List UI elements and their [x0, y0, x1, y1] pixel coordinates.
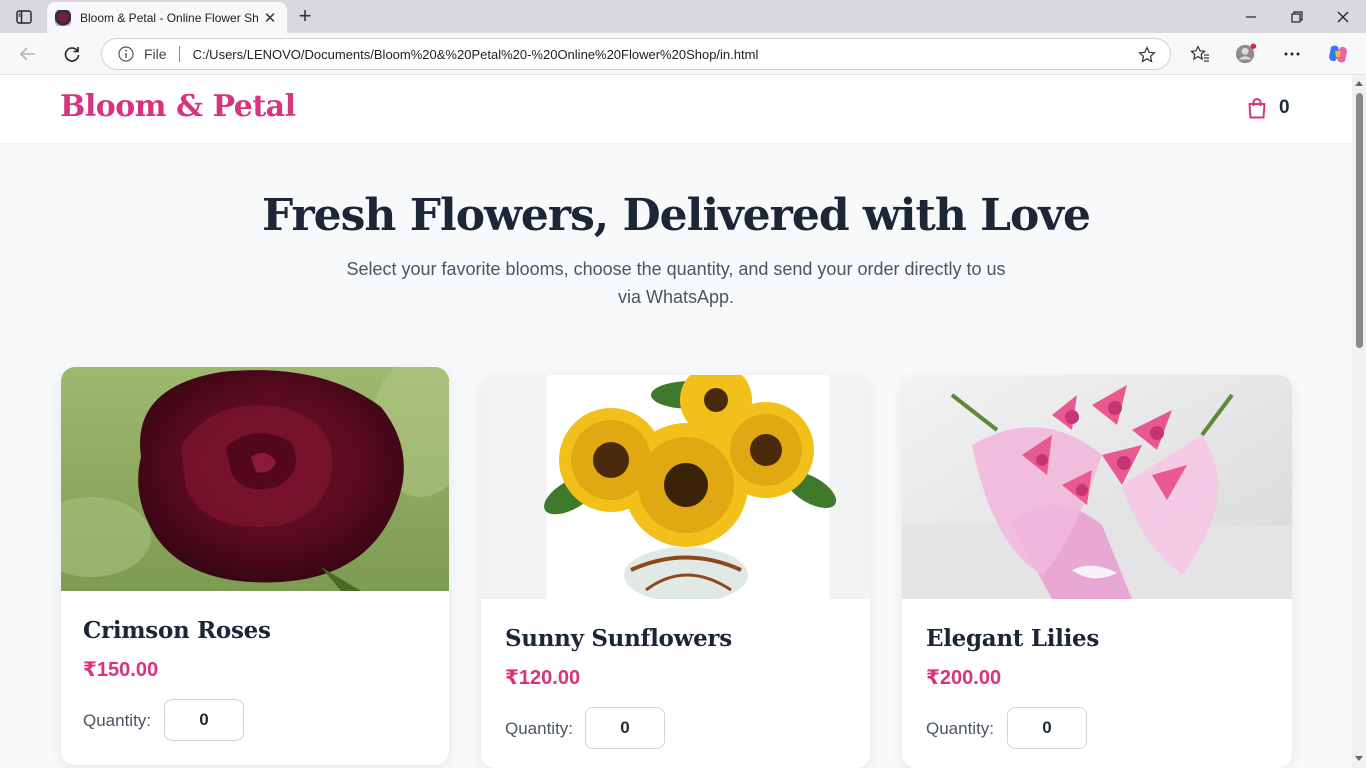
browser-tabbar: Bloom & Petal - Online Flower Sh ✕ + [0, 0, 1366, 33]
brand-logo[interactable]: Bloom & Petal [60, 89, 296, 124]
site-header: Bloom & Petal 0 [0, 75, 1352, 144]
address-scheme: File [144, 46, 167, 62]
product-card-elegant-lilies: Elegant Lilies ₹200.00 Quantity: 0 [902, 375, 1292, 768]
page-scrollbar[interactable] [1352, 75, 1366, 768]
tab-title: Bloom & Petal - Online Flower Sh [80, 10, 258, 25]
quantity-input[interactable]: 0 [585, 707, 665, 749]
product-image-roses [61, 367, 449, 591]
product-card-crimson-roses: Crimson Roses ₹150.00 Quantity: 0 [61, 367, 449, 765]
browser-toolbar: File C:/Users/LENOVO/Documents/Bloom%20&… [0, 33, 1366, 75]
product-name: Sunny Sunflowers [505, 625, 732, 652]
hero-title: Fresh Flowers, Delivered with Love [262, 190, 1091, 241]
product-name: Elegant Lilies [926, 625, 1100, 652]
minimize-icon[interactable] [1228, 0, 1274, 33]
quantity-input[interactable]: 0 [164, 699, 244, 741]
shopping-bag-icon [1248, 98, 1266, 119]
quantity-input[interactable]: 0 [1007, 707, 1087, 749]
product-price: ₹120.00 [505, 667, 581, 689]
window-close-icon[interactable] [1320, 0, 1366, 33]
product-price: ₹200.00 [926, 667, 1002, 689]
quantity-label: Quantity: [83, 711, 152, 730]
site-favicon-icon [55, 9, 71, 26]
hero-subtitle: Select your favorite blooms, choose the … [346, 259, 1006, 307]
address-separator [178, 46, 180, 62]
product-image-sunflowers [481, 375, 870, 599]
restore-icon[interactable] [1274, 0, 1320, 33]
product-image-lilies [902, 375, 1292, 599]
tab-close-icon[interactable]: ✕ [261, 9, 279, 27]
back-arrow-icon[interactable] [14, 41, 42, 67]
sidebar-toggle-icon[interactable] [10, 6, 38, 28]
page-viewport: Bloom & Petal 0 Fresh Flowers, Delivered… [0, 75, 1352, 768]
product-price: ₹150.00 [83, 659, 159, 681]
reload-icon[interactable] [58, 41, 86, 67]
copilot-icon[interactable] [1327, 43, 1349, 65]
scroll-down-arrow-icon[interactable] [1355, 755, 1363, 763]
address-bar[interactable]: File C:/Users/LENOVO/Documents/Bloom%20&… [101, 38, 1171, 70]
quantity-label: Quantity: [926, 719, 995, 738]
browser-tab-active[interactable]: Bloom & Petal - Online Flower Sh ✕ [47, 2, 287, 33]
more-options-icon[interactable] [1281, 43, 1303, 65]
favorites-icon[interactable] [1189, 43, 1211, 65]
profile-avatar-icon[interactable] [1235, 43, 1257, 65]
cart-count: 0 [1279, 97, 1290, 118]
cart-button[interactable]: 0 [1247, 97, 1290, 119]
scroll-up-arrow-icon[interactable] [1355, 79, 1363, 87]
address-url[interactable]: C:/Users/LENOVO/Documents/Bloom%20&%20Pe… [193, 47, 759, 62]
product-card-sunny-sunflowers: Sunny Sunflowers ₹120.00 Quantity: 0 [481, 375, 870, 768]
new-tab-button[interactable]: + [292, 5, 318, 29]
favorite-star-icon[interactable] [1138, 46, 1156, 64]
quantity-label: Quantity: [505, 719, 574, 738]
scrollbar-thumb[interactable] [1356, 93, 1363, 348]
product-name: Crimson Roses [83, 617, 271, 644]
site-info-icon[interactable] [118, 46, 134, 62]
